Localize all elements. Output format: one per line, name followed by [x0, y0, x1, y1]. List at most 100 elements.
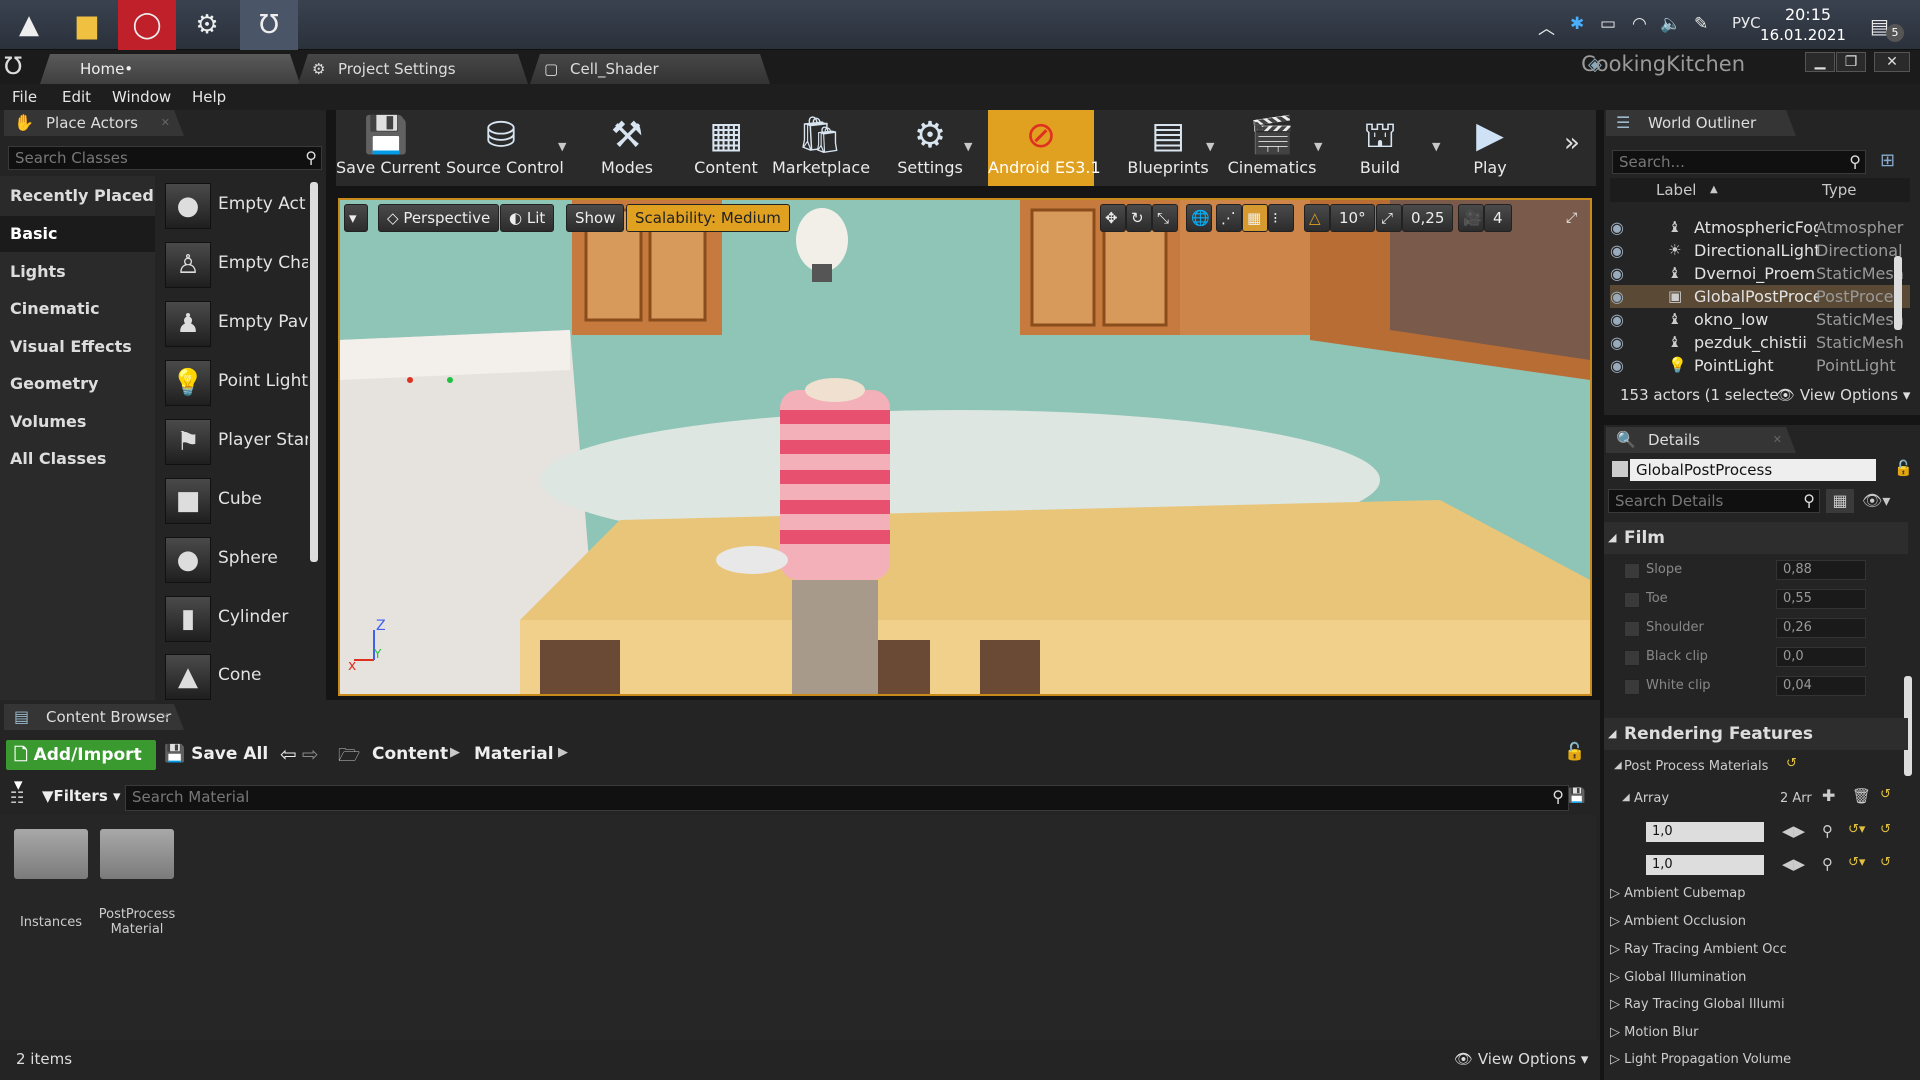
override-checkbox[interactable] [1624, 563, 1640, 579]
back-arrow-icon[interactable]: ⇦ [280, 742, 297, 766]
asset-arrow-icon[interactable]: ◀▶ [1782, 822, 1805, 840]
rotate-tool-icon[interactable]: ↻ [1126, 204, 1152, 232]
ambient-cubemap-row[interactable]: ▷ Ambient Cubemap [1610, 886, 1745, 901]
maximize-button[interactable]: ❐ [1836, 52, 1866, 72]
lock-icon[interactable]: 🔓 [1564, 742, 1585, 762]
folder-open-icon[interactable]: 🗁 [338, 743, 360, 773]
film-section-header[interactable]: ◢ Film [1604, 522, 1908, 554]
property-value[interactable]: 0,0 [1776, 647, 1866, 667]
tab-project-settings[interactable]: ⚙ Project Settings [298, 54, 528, 84]
world-space-icon[interactable]: 🌐 [1186, 204, 1212, 232]
ambient-occlusion-row[interactable]: ▷ Ambient Occlusion [1610, 914, 1746, 929]
outliner-row[interactable]: ◉ 💡 PointLight PointLight [1610, 354, 1910, 377]
pen-icon[interactable]: ✎ [1694, 14, 1708, 34]
category-geometry[interactable]: Geometry [10, 374, 98, 393]
search-material-input[interactable]: Search Material ⚲ [125, 785, 1569, 811]
modes-button[interactable]: ⚒ Modes [582, 110, 672, 186]
category-cinematic[interactable]: Cinematic [10, 299, 100, 318]
lock-icon[interactable]: 🔓 [1894, 459, 1913, 477]
property-value[interactable]: 0,88 [1776, 560, 1866, 580]
search-icon[interactable]: ⚲ [1552, 786, 1564, 808]
folder-label-postprocess[interactable]: PostProcess Material [92, 907, 182, 937]
array-options-icon[interactable]: ↺▾ [1848, 822, 1865, 837]
object-name-field[interactable]: GlobalPostProcess [1630, 459, 1876, 481]
android-preview-button[interactable]: ⊘ Android ES3.1 [988, 110, 1101, 186]
outliner-row[interactable]: ◉ ♝ Dvernoi_Proem StaticMesh [1610, 262, 1910, 285]
translate-tool-icon[interactable]: ✥ [1100, 204, 1126, 232]
actor-empty-pawn[interactable]: ♟ Empty Pav [165, 298, 308, 352]
camera-speed-icon[interactable]: 🎥 [1458, 204, 1484, 232]
save-all-button[interactable]: 💾 Save All [164, 744, 268, 764]
tab-content-browser[interactable]: ▤ Content Browser ✕ [4, 704, 184, 730]
forward-arrow-icon[interactable]: ⇨ [302, 742, 319, 766]
outliner-row[interactable]: ◉ ♝ AtmosphericFog Atmospher [1610, 216, 1910, 239]
file-explorer-icon[interactable]: ▆ [58, 0, 116, 50]
folder-label-instances[interactable]: Instances [6, 915, 96, 930]
outliner-view-options[interactable]: 👁 View Options ▾ [1776, 386, 1910, 404]
property-matrix-icon[interactable]: ▦ [1826, 489, 1854, 513]
category-lights[interactable]: Lights [10, 262, 66, 281]
maximize-viewport-icon[interactable]: ⤢ [1566, 210, 1577, 226]
language-indicator[interactable]: РУС [1732, 14, 1761, 32]
category-volumes[interactable]: Volumes [10, 412, 86, 431]
marketplace-button[interactable]: 🛍 Marketplace [772, 110, 870, 186]
eye-visibility-icon[interactable]: ◉ [1610, 354, 1624, 377]
content-button[interactable]: ▦ Content [686, 110, 766, 186]
override-checkbox[interactable] [1624, 679, 1640, 695]
motion-blur-row[interactable]: ▷ Motion Blur [1610, 1025, 1698, 1040]
outliner-row[interactable]: ◉ ♝ okno_low StaticMesh [1610, 308, 1910, 331]
camera-speed-value[interactable]: 4 [1484, 204, 1512, 232]
folder-icon[interactable] [100, 829, 174, 879]
label-column-header[interactable]: Label [1656, 178, 1696, 202]
minimize-button[interactable]: ▁ [1805, 52, 1835, 72]
viewport-options-button[interactable]: ▾ [344, 204, 368, 232]
scale-snap-value[interactable]: 0,25 [1402, 204, 1454, 232]
add-element-icon[interactable]: ✚ [1822, 786, 1835, 805]
search-icon[interactable]: ⚲ [1822, 822, 1833, 840]
actor-point-light[interactable]: 💡 Point Light [165, 357, 308, 411]
material-weight-field[interactable]: 1,0 [1646, 822, 1764, 842]
reset-arrow-icon[interactable]: ↺ [1880, 855, 1891, 870]
settings-gear-icon[interactable]: ⚙ [178, 0, 236, 50]
wifi-icon[interactable]: ◠ [1632, 14, 1647, 34]
collapse-arrow-icon[interactable]: ◢ [1622, 792, 1630, 803]
property-value[interactable]: 0,55 [1776, 589, 1866, 609]
add-folder-icon[interactable]: ⊞ [1880, 150, 1895, 171]
outliner-row-selected[interactable]: ◉ ▣ GlobalPostProcessPostProce [1610, 285, 1910, 308]
tab-place-actors[interactable]: ✋ Place Actors ✕ [4, 110, 184, 136]
category-basic[interactable]: Basic [10, 224, 57, 243]
search-icon[interactable]: ⚲ [1849, 151, 1861, 173]
blueprints-button[interactable]: ▤ Blueprints [1118, 110, 1218, 186]
collapse-arrow-icon[interactable]: ◢ [1614, 760, 1622, 771]
surface-snap-icon[interactable]: ⋰ [1216, 204, 1242, 232]
category-recently-placed[interactable]: Recently Placed [10, 186, 154, 205]
content-view-options[interactable]: 👁 View Options ▾ [1454, 1050, 1588, 1068]
actor-empty-character[interactable]: ♙ Empty Cha [165, 239, 308, 293]
light-propagation-volume-row[interactable]: ▷ Light Propagation Volume [1610, 1052, 1791, 1067]
bluetooth-icon[interactable]: ✱ [1570, 14, 1584, 34]
unreal-engine-icon[interactable]: Ʊ [240, 0, 298, 50]
settings-button[interactable]: ⚙ Settings [888, 110, 972, 186]
perspective-button[interactable]: ◇ Perspective [378, 204, 500, 232]
trash-icon[interactable]: 🗑 [1852, 787, 1871, 805]
eye-visibility-icon[interactable]: ◉ [1610, 308, 1624, 331]
rotation-snap-value[interactable]: 10° [1330, 204, 1375, 232]
grid-size-button[interactable]: ⁝ [1268, 204, 1294, 232]
override-checkbox[interactable] [1624, 621, 1640, 637]
outliner-row[interactable]: ◉ ☀ DirectionalLight Directional [1610, 239, 1910, 262]
breadcrumb-content[interactable]: Content [372, 744, 448, 764]
menu-window[interactable]: Window [112, 88, 171, 106]
reset-arrow-icon[interactable]: ↺ [1880, 822, 1891, 837]
lit-button[interactable]: ◐ Lit [500, 204, 555, 232]
actor-sphere[interactable]: ● Sphere [165, 534, 305, 588]
close-tab-icon[interactable]: ✕ [161, 704, 170, 730]
sources-panel-icon[interactable]: ☷ [10, 788, 24, 807]
tab-home[interactable]: Home• [40, 54, 300, 84]
details-search-input[interactable]: Search Details ⚲ [1608, 489, 1820, 513]
search-icon[interactable]: ⚲ [305, 147, 317, 169]
override-checkbox[interactable] [1624, 592, 1640, 608]
breadcrumb-material[interactable]: Material [474, 744, 554, 764]
close-tab-icon[interactable]: ✕ [161, 110, 170, 136]
eye-visibility-icon[interactable]: ◉ [1610, 331, 1624, 354]
global-illumination-row[interactable]: ▷ Global Illumination [1610, 970, 1746, 985]
